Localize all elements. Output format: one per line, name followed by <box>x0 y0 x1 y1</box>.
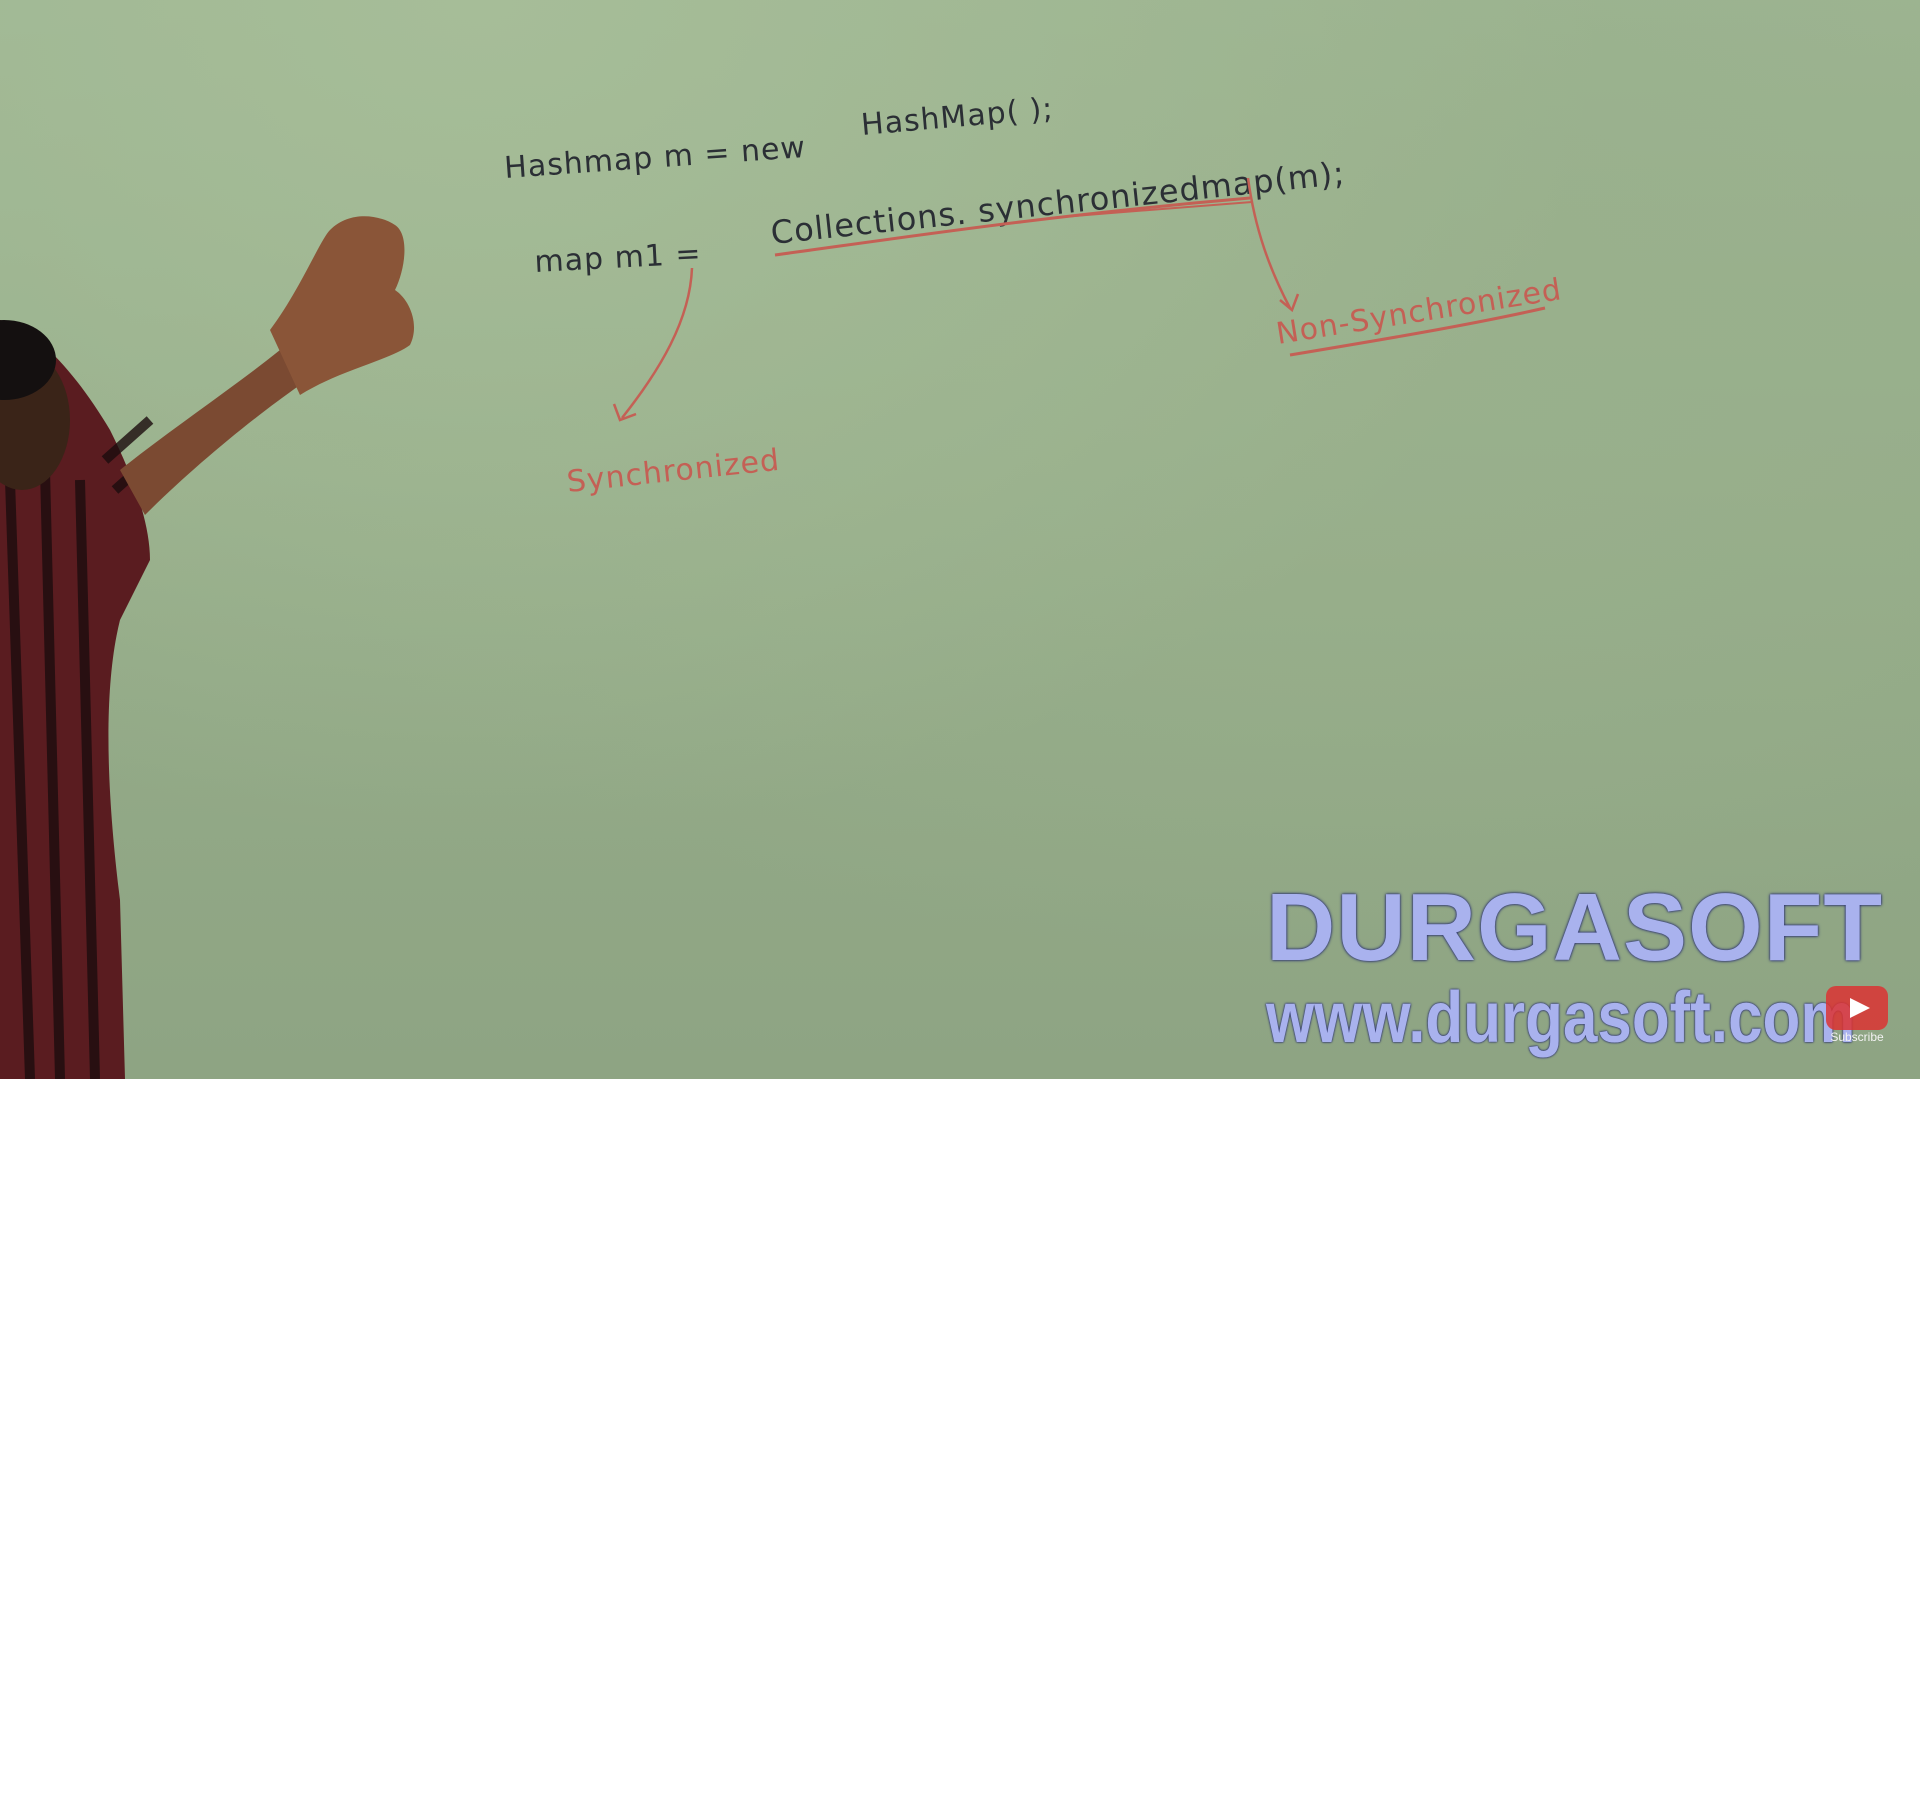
watermark-url: www.durgasoft.com <box>1266 978 1856 1058</box>
subscribe-label[interactable]: Subscribe <box>1826 1030 1888 1044</box>
presenter-arm <box>120 350 300 515</box>
arrow-to-synchronized <box>621 267 694 419</box>
watermark-brand: DURGASOFT <box>1266 874 1883 981</box>
arrowhead-non-synchronized <box>1279 293 1300 313</box>
presenter <box>0 216 415 1079</box>
label-synchronized: Synchronized <box>565 443 781 500</box>
arrowhead-synchronized <box>612 403 637 422</box>
video-frame[interactable]: Hashmap m = new HashMap( ); map m1 = Col… <box>0 0 1920 1079</box>
presenter-hand <box>270 216 415 395</box>
code-line-2-left: map m1 = <box>534 236 703 280</box>
youtube-play-icon[interactable] <box>1826 986 1888 1030</box>
code-line-1-right: HashMap( ); <box>860 91 1055 143</box>
code-line-1-left: Hashmap m = new <box>503 130 807 186</box>
watermark: DURGASOFT www.durgasoft.com <box>1266 874 1906 1058</box>
